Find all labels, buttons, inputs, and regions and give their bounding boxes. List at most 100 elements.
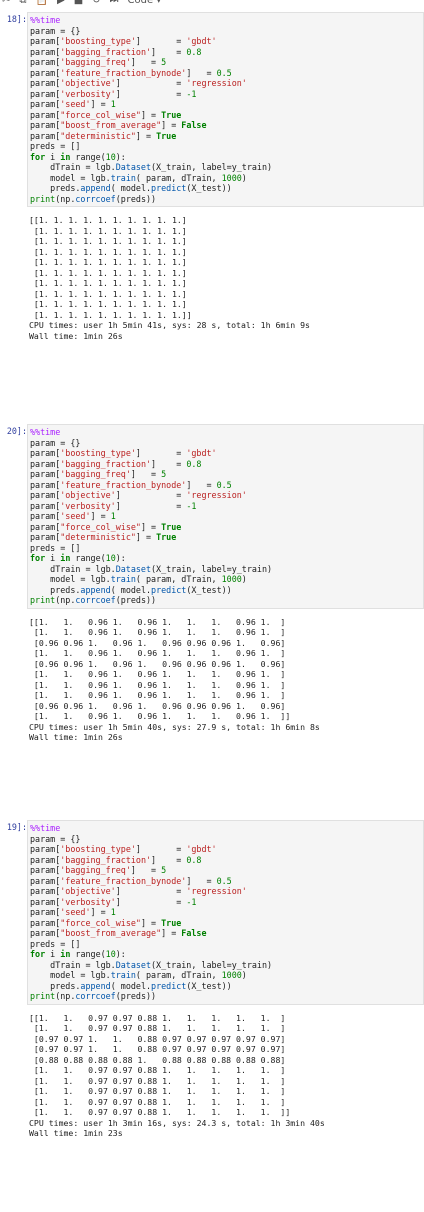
code-token: 'bagging_freq' — [60, 865, 131, 875]
code-token: i — [45, 553, 61, 563]
code-token: preds. — [30, 183, 81, 193]
code-token: dTrain = lgb. — [30, 959, 116, 970]
code-token: Dataset — [115, 162, 152, 172]
code-token: ( model. — [110, 584, 152, 595]
code-token: corrcoef — [75, 991, 116, 1001]
code-token: train — [110, 172, 136, 183]
code-line: print(np.corrcoef(preds)) — [30, 991, 423, 1002]
run-icon[interactable]: ▶ — [57, 0, 65, 6]
fast-forward-icon[interactable]: ⏭ — [110, 0, 119, 6]
code-token: 10 — [105, 553, 116, 563]
output-line: [1. 1. 0.97 0.97 0.88 1. 1. 1. 1. 1. ] — [29, 1065, 286, 1075]
code-token: ): — [115, 553, 126, 563]
code-token: (X_train, label=y_train) — [151, 162, 273, 172]
code-token: 'objective' — [60, 490, 116, 500]
code-token: ] = — [161, 928, 182, 938]
code-line: param['seed'] = 1 — [30, 99, 423, 110]
code-token: True — [161, 521, 182, 532]
code-line: param['boosting_type'] = 'gbdt' — [30, 448, 423, 459]
code-token: param[ — [30, 490, 61, 500]
code-token: param[ — [30, 896, 61, 907]
code-input[interactable]: %%time param = {} param['boosting_type'] =… — [27, 12, 424, 207]
code-token: 'bagging_freq' — [60, 469, 131, 479]
code-token: ( param, dTrain, — [135, 970, 222, 980]
code-line: %%time — [30, 15, 423, 26]
code-line: param['bagging_fraction'] = 0.8 — [30, 459, 423, 470]
code-input[interactable]: %%time param = {} param['boosting_type'] =… — [27, 820, 424, 1005]
cell-output: [[1. 1. 0.97 0.97 0.88 1. 1. 1. 1. 1. ] … — [29, 1013, 424, 1139]
code-token: (np. — [55, 193, 76, 204]
output-line: [0.88 0.88 0.88 0.88 1. 0.88 0.88 0.88 0… — [29, 1054, 286, 1065]
code-token: True — [156, 532, 177, 542]
code-token: "boost_from_average" — [60, 120, 162, 130]
code-token: 1 — [110, 511, 116, 521]
code-token: print — [30, 595, 56, 605]
cell-type-select[interactable]: Code ▾ — [128, 0, 162, 6]
output-line: [0.96 0.96 1. 0.96 1. 0.96 0.96 0.96 1. … — [29, 658, 286, 669]
code-line: param['verbosity'] = -1 — [30, 897, 423, 908]
code-token: param[ — [30, 500, 61, 511]
cut-icon[interactable]: ✂ — [2, 0, 10, 6]
output-line: [[1. 1. 0.96 1. 0.96 1. 1. 1. 0.96 1. ] — [29, 616, 286, 627]
code-token: range( — [70, 151, 106, 162]
code-token: ] = — [115, 88, 187, 99]
output-line: CPU times: user 1h 5min 40s, sys: 27.9 s… — [29, 721, 320, 732]
copy-icon[interactable]: ⧉ — [19, 0, 26, 6]
restart-icon[interactable]: ↻ — [92, 0, 100, 6]
code-token: 'boosting_type' — [60, 844, 136, 854]
code-token: preds. — [30, 980, 81, 991]
code-token: %%time — [30, 15, 61, 25]
code-token: param[ — [30, 109, 61, 120]
code-token: 'boosting_type' — [60, 448, 136, 458]
code-token: ] = — [151, 458, 187, 469]
output-line: [1. 1. 0.97 0.97 0.88 1. 1. 1. 1. 1. ] — [29, 1096, 286, 1107]
code-token: 'objective' — [60, 886, 116, 896]
code-line: param["boost_from_average"] = False — [30, 120, 423, 131]
code-token: 'feature_fraction_bynode' — [60, 479, 187, 490]
output-line: [1. 1. 0.97 0.97 0.88 1. 1. 1. 1. 1. ]] — [29, 1107, 291, 1117]
code-token: 1 — [110, 907, 116, 917]
code-token: True — [161, 109, 182, 120]
cell-output: [[1. 1. 1. 1. 1. 1. 1. 1. 1. 1.] [1. 1. … — [29, 215, 424, 341]
code-token: ] = — [186, 479, 217, 490]
code-token: corrcoef — [75, 595, 116, 605]
stop-icon[interactable]: ■ — [74, 0, 83, 6]
code-token: train — [110, 970, 136, 980]
code-token: ] = — [115, 78, 187, 88]
code-line: preds.append( model.predict(X_test)) — [30, 585, 423, 596]
code-input[interactable]: %%time param = {} param['boosting_type'] =… — [27, 424, 424, 609]
output-line: [1. 1. 0.96 1. 0.96 1. 1. 1. 0.96 1. ] — [29, 669, 286, 679]
code-token: append — [80, 980, 111, 991]
code-token: (X_test)) — [186, 584, 232, 595]
code-token: 'verbosity' — [60, 896, 116, 907]
code-token: param[ — [30, 865, 61, 875]
code-token: preds = [] — [30, 141, 81, 151]
code-token: 'bagging_fraction' — [60, 46, 152, 57]
code-token: i — [45, 151, 61, 162]
code-line: preds = [] — [30, 543, 423, 554]
code-token: False — [181, 928, 207, 938]
execution-count: 19]: — [6, 822, 27, 832]
output-line: [0.96 0.96 1. 0.96 1. 0.96 0.96 0.96 1. … — [29, 637, 286, 648]
code-line: param = {} — [30, 438, 423, 449]
code-token: param[ — [30, 120, 61, 130]
output-line: [1. 1. 0.96 1. 0.96 1. 1. 1. 0.96 1. ] — [29, 627, 286, 637]
code-line: preds.append( model.predict(X_test)) — [30, 981, 423, 992]
code-token: 'regression' — [186, 78, 247, 88]
code-line: for i in range(10): — [30, 553, 423, 564]
output-line: [[1. 1. 0.97 0.97 0.88 1. 1. 1. 1. 1. ] — [29, 1012, 286, 1023]
code-line: param['verbosity'] = -1 — [30, 89, 423, 100]
code-token: "deterministic" — [60, 532, 136, 542]
code-line: param['boosting_type'] = 'gbdt' — [30, 844, 423, 855]
code-token: print — [30, 991, 56, 1001]
paste-icon[interactable]: 📋 — [36, 0, 48, 6]
code-line: print(np.corrcoef(preds)) — [30, 194, 423, 205]
output-line: [0.97 0.97 1. 1. 0.88 0.97 0.97 0.97 0.9… — [29, 1044, 286, 1054]
code-line: param['boosting_type'] = 'gbdt' — [30, 36, 423, 47]
code-token: param[ — [30, 57, 61, 67]
code-token: param = {} — [30, 25, 81, 36]
code-token: 1000 — [221, 970, 242, 980]
execution-count: 20]: — [6, 426, 27, 436]
code-token: 'regression' — [186, 490, 247, 500]
code-token: ] = — [140, 917, 162, 928]
